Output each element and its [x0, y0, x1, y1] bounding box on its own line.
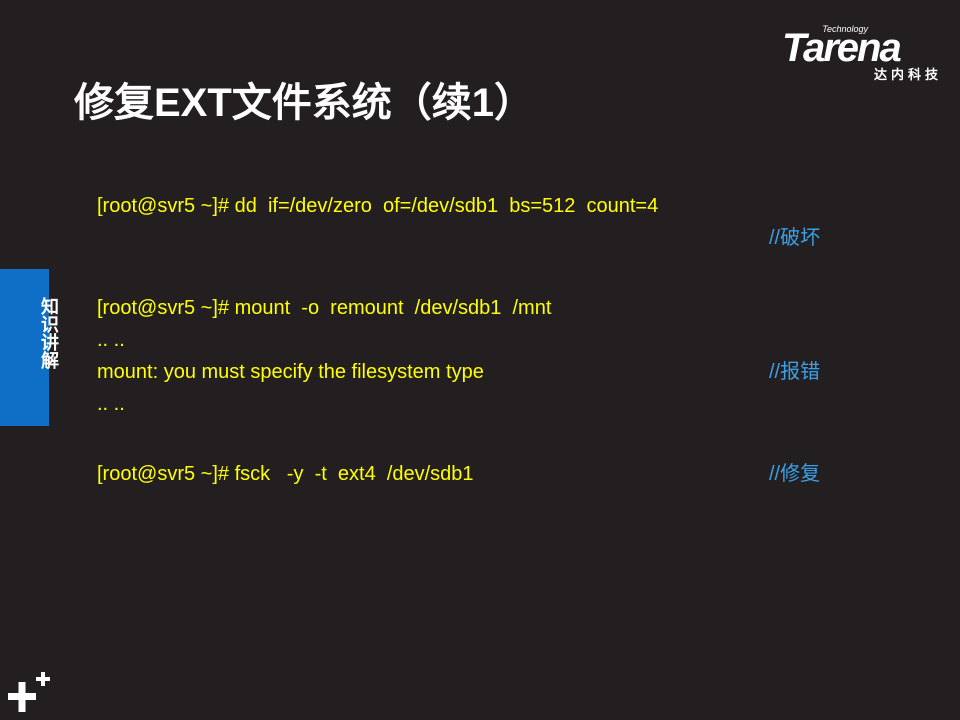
side-tab-label: 知识讲解	[39, 297, 59, 369]
code-line: [root@svr5 ~]# dd if=/dev/zero of=/dev/s…	[97, 190, 857, 222]
code-line: mount: you must specify the filesystem t…	[97, 356, 857, 388]
code-line: [root@svr5 ~]# mount -o remount /dev/sdb…	[97, 292, 857, 324]
code-command: .. ..	[97, 329, 125, 351]
code-comment: //破坏	[769, 227, 821, 249]
code-line: .. ..	[97, 388, 857, 420]
code-line: .. ..	[97, 324, 857, 356]
code-command: [root@svr5 ~]# mount -o remount /dev/sdb…	[97, 297, 552, 319]
logo-word: Tarena	[782, 26, 902, 70]
code-block: [root@svr5 ~]# dd if=/dev/zero of=/dev/s…	[97, 190, 857, 490]
tarena-logo: Technology Tarena 达内科技	[780, 22, 948, 84]
code-line: //破坏	[97, 222, 857, 254]
page-title: 修复EXT文件系统（续1）	[74, 81, 535, 125]
code-command: mount: you must specify the filesystem t…	[97, 361, 484, 383]
code-command: [root@svr5 ~]# dd if=/dev/zero of=/dev/s…	[97, 195, 659, 217]
plus-plus-icon	[8, 672, 50, 712]
side-tab: 知识讲解	[0, 269, 59, 426]
code-comment: //修复	[769, 463, 821, 485]
logo-chinese: 达内科技	[873, 67, 942, 82]
code-comment: //报错	[769, 361, 821, 383]
code-command: [root@svr5 ~]# fsck -y -t ext4 /dev/sdb1	[97, 463, 474, 485]
code-line: [root@svr5 ~]# fsck -y -t ext4 /dev/sdb1…	[97, 458, 857, 490]
code-command: .. ..	[97, 393, 125, 415]
